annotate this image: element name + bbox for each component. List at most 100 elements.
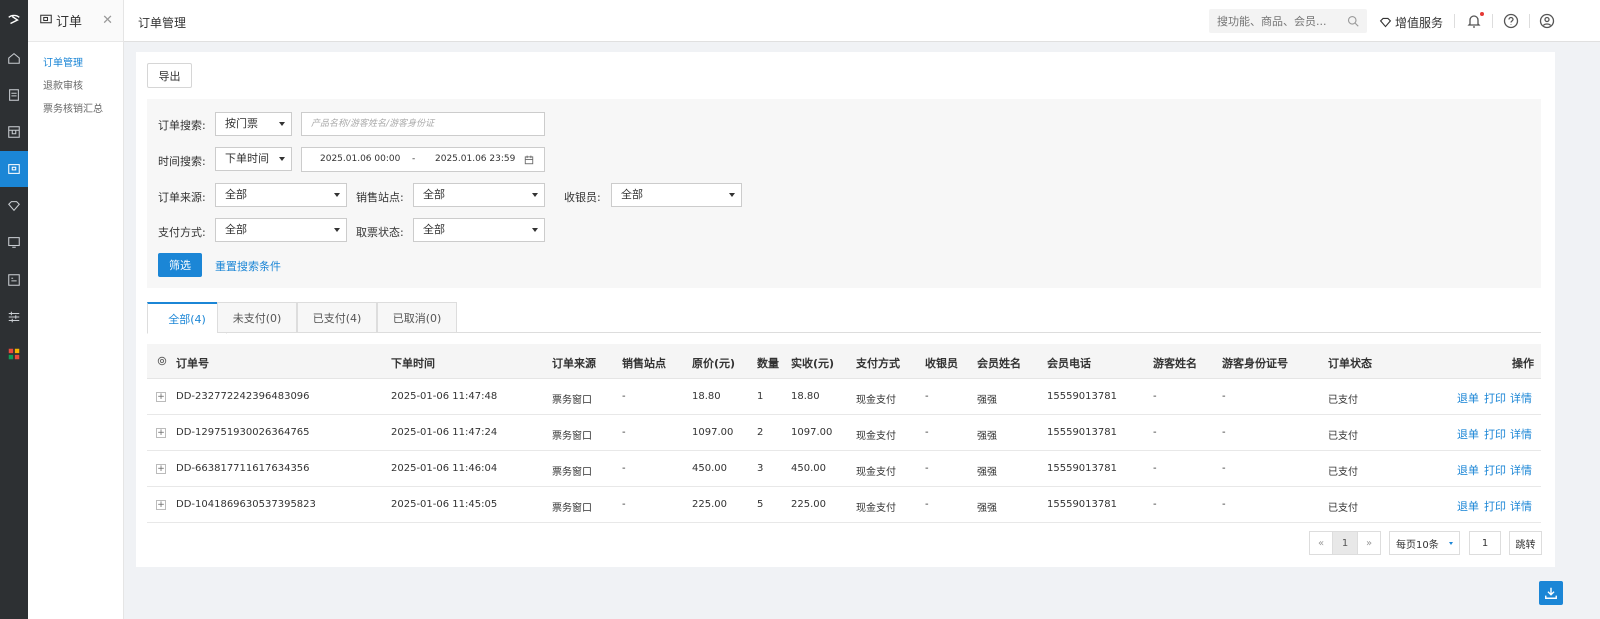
site-value: 全部 — [423, 188, 445, 201]
date-end: 2025.01.06 23:59 — [435, 154, 516, 164]
next-page-button[interactable]: » — [1357, 531, 1381, 555]
jump-button[interactable]: 跳转 — [1509, 531, 1542, 555]
submenu-item-order-management[interactable]: 订单管理 — [43, 54, 83, 69]
expand-icon[interactable]: + — [156, 464, 166, 474]
logo-icon[interactable] — [0, 2, 28, 38]
prev-page-button[interactable]: « — [1309, 531, 1333, 555]
download-button[interactable] — [1539, 581, 1563, 605]
source-select[interactable]: 全部 — [215, 183, 347, 207]
ticket-icon — [40, 13, 52, 28]
detail-link[interactable]: 详情 — [1510, 462, 1532, 478]
print-link[interactable]: 打印 — [1484, 426, 1506, 442]
id-card-icon[interactable] — [0, 262, 28, 298]
expand-icon[interactable]: + — [156, 500, 166, 510]
user-icon[interactable] — [1539, 13, 1555, 29]
tab-unpaid[interactable]: 未支付(0) — [217, 302, 297, 333]
ticket-icon[interactable] — [0, 151, 28, 187]
global-search-input[interactable] — [1209, 9, 1337, 33]
refund-link[interactable]: 退单 — [1457, 426, 1479, 442]
caret-down-icon — [279, 157, 285, 161]
visitor-id: - — [1222, 463, 1226, 474]
notification-badge — [1480, 12, 1484, 16]
filter-button[interactable]: 筛选 — [158, 253, 202, 277]
expand-icon[interactable]: + — [156, 428, 166, 438]
print-link[interactable]: 打印 — [1484, 390, 1506, 406]
order-status: 已支付 — [1328, 467, 1358, 478]
detail-link[interactable]: 详情 — [1510, 390, 1532, 406]
received-amount: 225.00 — [791, 499, 826, 510]
member-phone: 15559013781 — [1047, 463, 1117, 474]
submenu-item-ticket-summary[interactable]: 票务核销汇总 — [43, 100, 103, 115]
download-icon — [1545, 587, 1557, 599]
sales-site: - — [622, 463, 626, 474]
submenu-header: 订单 ✕ — [28, 0, 123, 42]
help-icon[interactable] — [1503, 13, 1519, 29]
caret-down-icon — [532, 228, 538, 232]
detail-link[interactable]: 详情 — [1510, 426, 1532, 442]
keyword-input[interactable]: 产品名称/游客姓名/游客身份证 — [301, 112, 545, 136]
reset-search-link[interactable]: 重置搜索条件 — [215, 258, 281, 274]
pay-select[interactable]: 全部 — [215, 218, 347, 242]
gear-icon[interactable] — [157, 356, 167, 366]
home-icon[interactable] — [0, 40, 28, 76]
source-value: 全部 — [225, 188, 247, 201]
diamond-icon[interactable] — [0, 188, 28, 224]
column-header: 销售站点 — [622, 357, 666, 370]
export-button[interactable]: 导出 — [147, 63, 192, 88]
refund-link[interactable]: 退单 — [1457, 462, 1479, 478]
refund-link[interactable]: 退单 — [1457, 390, 1479, 406]
order-number: DD-232772242396483096 — [176, 391, 310, 402]
tab-all[interactable]: 全部(4) — [147, 302, 227, 334]
pay-value: 全部 — [225, 223, 247, 236]
column-header: 订单号 — [176, 357, 209, 370]
quantity: 3 — [757, 463, 764, 474]
column-header: 数量 — [757, 357, 779, 370]
order-search-type-select[interactable]: 按门票 — [215, 112, 292, 136]
page-size-select[interactable]: 每页10条 — [1389, 531, 1460, 555]
print-link[interactable]: 打印 — [1484, 498, 1506, 514]
order-status: 已支付 — [1328, 431, 1358, 442]
visitor-id: - — [1222, 427, 1226, 438]
received-amount: 450.00 — [791, 463, 826, 474]
jump-page-input[interactable]: 1 — [1469, 531, 1501, 555]
order-number: DD-129751930026364765 — [176, 427, 310, 438]
refund-link[interactable]: 退单 — [1457, 498, 1479, 514]
pickup-select[interactable]: 全部 — [413, 218, 545, 242]
order-search-type-value: 按门票 — [225, 117, 258, 130]
quantity: 2 — [757, 427, 764, 438]
page-button-current[interactable]: 1 — [1332, 531, 1358, 555]
column-header: 实收(元) — [791, 357, 835, 370]
divider — [1529, 14, 1530, 28]
detail-link[interactable]: 详情 — [1510, 498, 1532, 514]
tab-cancelled[interactable]: 已取消(0) — [377, 302, 457, 333]
cashier-select[interactable]: 全部 — [611, 183, 742, 207]
time-type-select[interactable]: 下单时间 — [215, 147, 292, 171]
order-status: 已支付 — [1328, 503, 1358, 514]
print-link[interactable]: 打印 — [1484, 462, 1506, 478]
monitor-icon[interactable] — [0, 224, 28, 260]
search-icon[interactable] — [1347, 15, 1359, 27]
sales-site: - — [622, 427, 626, 438]
expand-icon[interactable]: + — [156, 392, 166, 402]
order-time: 2025-01-06 11:47:24 — [391, 427, 498, 438]
submenu-title: 订单 — [56, 15, 83, 30]
clipboard-icon[interactable] — [0, 77, 28, 113]
apps-icon[interactable] — [0, 336, 28, 372]
box-icon[interactable] — [0, 114, 28, 150]
column-header: 会员电话 — [1047, 357, 1091, 370]
sales-site: - — [622, 391, 626, 402]
tab-paid[interactable]: 已支付(4) — [297, 302, 377, 333]
order-source: 票务窗口 — [552, 503, 592, 514]
global-search[interactable] — [1209, 9, 1367, 33]
value-added-service-button[interactable]: 增值服务 — [1379, 14, 1443, 31]
submenu-item-refund-review[interactable]: 退款审核 — [43, 77, 83, 92]
close-icon[interactable]: ✕ — [102, 13, 113, 28]
sliders-icon[interactable] — [0, 299, 28, 335]
date-range-picker[interactable]: 2025.01.06 00:00 - 2025.01.06 23:59 — [301, 147, 545, 172]
caret-down-icon — [279, 122, 285, 126]
value-added-service-label: 增值服务 — [1395, 16, 1444, 30]
column-header: 原价(元) — [692, 357, 736, 370]
site-select[interactable]: 全部 — [413, 183, 545, 207]
page-size-value: 每页10条 — [1396, 539, 1439, 551]
member-phone: 15559013781 — [1047, 427, 1117, 438]
